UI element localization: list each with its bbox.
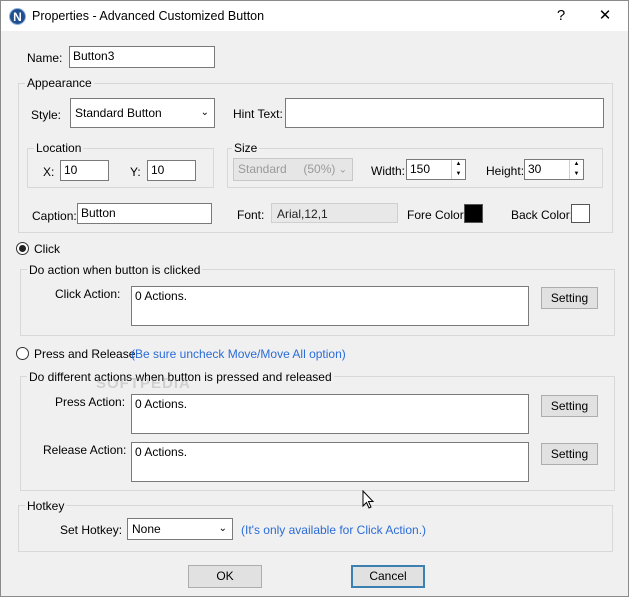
title-bar: N Properties - Advanced Customized Butto… (1, 1, 628, 31)
press-release-radio[interactable] (16, 347, 29, 360)
x-label: X: (43, 165, 55, 179)
y-label: Y: (130, 165, 141, 179)
style-select-value: Standard Button (75, 106, 162, 120)
y-input[interactable]: 10 (147, 160, 196, 181)
help-button[interactable]: ? (539, 1, 583, 31)
hotkey-select-value: None (132, 522, 161, 536)
appearance-group-title: Appearance (25, 76, 94, 90)
spinner-arrows[interactable]: ▲ ▼ (451, 160, 465, 179)
click-radio[interactable] (16, 242, 29, 255)
click-action-label: Click Action: (55, 287, 121, 301)
style-select[interactable]: Standard Button ⌄ (70, 98, 215, 128)
press-setting-button[interactable]: Setting (541, 395, 598, 417)
release-setting-button[interactable]: Setting (541, 443, 598, 465)
click-action-group-title: Do action when button is clicked (27, 263, 203, 277)
hint-text-label: Hint Text: (233, 107, 283, 121)
press-release-radio-label[interactable]: Press and Release (34, 347, 135, 361)
fore-color-swatch[interactable] (464, 204, 483, 223)
size-preset-select[interactable]: Standard (50%) ⌄ (233, 158, 353, 181)
size-group-title: Size (232, 141, 260, 155)
close-button[interactable]: ✕ (583, 1, 627, 31)
caption-label: Caption: (32, 209, 77, 223)
width-value: 150 (410, 162, 431, 176)
set-hotkey-label: Set Hotkey: (60, 523, 123, 537)
spin-up-icon[interactable]: ▲ (452, 160, 465, 170)
click-setting-button[interactable]: Setting (541, 287, 598, 309)
release-action-label: Release Action: (43, 443, 127, 457)
release-action-list[interactable]: 0 Actions. (131, 442, 529, 482)
window-title: Properties - Advanced Customized Button (32, 9, 265, 23)
name-input[interactable]: Button3 (69, 46, 215, 68)
app-logo-icon: N (9, 8, 26, 25)
press-action-label: Press Action: (55, 395, 126, 409)
hotkey-select[interactable]: None ⌄ (127, 518, 233, 540)
spin-up-icon[interactable]: ▲ (570, 160, 583, 170)
properties-dialog: N Properties - Advanced Customized Butto… (0, 0, 629, 597)
height-spinner[interactable]: 30 ▲ ▼ (524, 159, 584, 180)
height-label: Height: (486, 164, 525, 178)
click-action-list[interactable]: 0 Actions. (131, 286, 529, 326)
chevron-down-icon: ⌄ (200, 107, 209, 118)
mouse-cursor-icon (362, 490, 375, 509)
name-label: Name: (27, 51, 63, 65)
style-label: Style: (31, 108, 62, 122)
hint-text-input[interactable] (285, 98, 604, 128)
ok-button[interactable]: OK (188, 565, 262, 588)
fore-color-label: Fore Color: (407, 208, 468, 222)
softpedia-watermark: SOFTPEDIA (96, 375, 191, 392)
font-value[interactable]: Arial,12,1 (271, 203, 398, 223)
chevron-down-icon: ⌄ (218, 523, 227, 534)
spin-down-icon[interactable]: ▼ (570, 170, 583, 180)
x-input[interactable]: 10 (60, 160, 109, 181)
location-group-title: Location (34, 141, 84, 155)
hotkey-group-title: Hotkey (25, 499, 67, 513)
height-value: 30 (528, 162, 542, 176)
hotkey-note: (It's only available for Click Action.) (241, 523, 427, 537)
back-color-swatch[interactable] (571, 204, 590, 223)
spin-down-icon[interactable]: ▼ (452, 170, 465, 180)
chevron-down-icon: ⌄ (338, 164, 347, 175)
press-release-note: (Be sure uncheck Move/Move All option) (131, 347, 346, 361)
caption-input[interactable]: Button (77, 203, 212, 224)
back-color-label: Back Color: (511, 208, 574, 222)
click-radio-label[interactable]: Click (34, 242, 60, 256)
width-spinner[interactable]: 150 ▲ ▼ (406, 159, 466, 180)
press-action-list[interactable]: 0 Actions. (131, 394, 529, 434)
size-preset-value: Standard (50%) (238, 162, 336, 176)
spinner-arrows[interactable]: ▲ ▼ (569, 160, 583, 179)
cancel-button[interactable]: Cancel (351, 565, 425, 588)
width-label: Width: (371, 164, 406, 178)
font-label: Font: (237, 208, 265, 222)
